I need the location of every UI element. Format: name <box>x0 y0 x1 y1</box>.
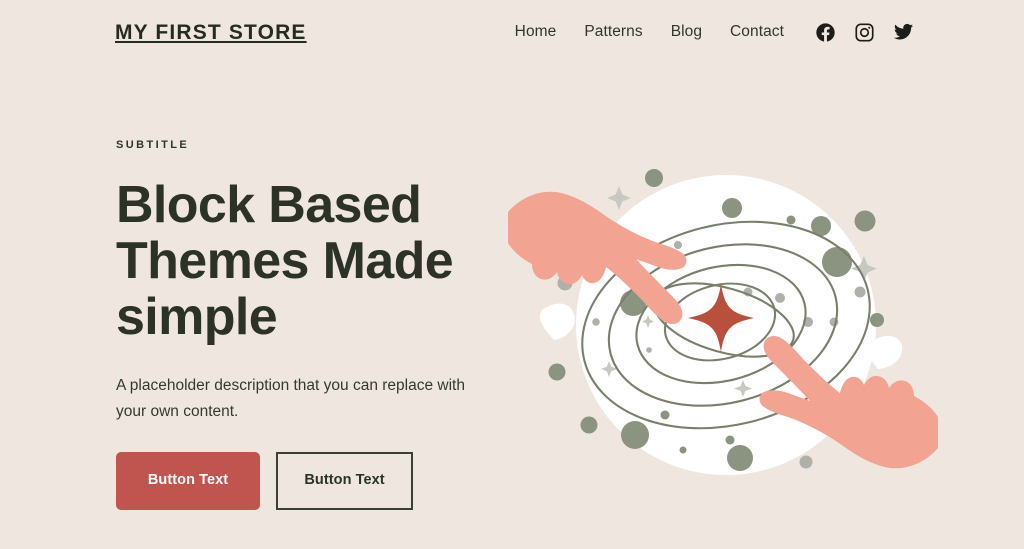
nav-item-contact: Contact <box>730 23 784 41</box>
nav-link-patterns[interactable]: Patterns <box>584 23 642 40</box>
hero-button-group: Button Text Button Text <box>116 451 516 510</box>
nav-link-home[interactable]: Home <box>515 23 557 40</box>
header-nav-area: Home Patterns Blog Contact <box>515 22 914 43</box>
primary-navigation: Home Patterns Blog Contact <box>515 23 784 41</box>
hero-description: A placeholder description that you can r… <box>116 377 465 420</box>
page-title: Block Based Themes Made simple <box>116 176 454 347</box>
hero-eyebrow: SUBTITLE <box>116 139 190 151</box>
hero-illustration <box>508 150 938 510</box>
twitter-icon[interactable] <box>893 22 914 43</box>
hero-section: SUBTITLE Block Based Themes Made simple … <box>116 140 516 510</box>
facebook-icon[interactable] <box>815 22 836 43</box>
nav-item-blog: Blog <box>671 23 702 41</box>
nav-link-contact[interactable]: Contact <box>730 23 784 40</box>
landing-page: MY FIRST STORE Home Patterns Blog Contac… <box>0 0 1024 549</box>
nav-item-home: Home <box>515 23 557 41</box>
secondary-cta-button[interactable]: Button Text <box>276 451 413 510</box>
nav-link-blog[interactable]: Blog <box>671 23 702 40</box>
instagram-icon[interactable] <box>854 22 875 43</box>
nav-item-patterns: Patterns <box>584 23 642 41</box>
primary-cta-button[interactable]: Button Text <box>116 451 260 510</box>
social-links <box>815 22 914 43</box>
site-header: MY FIRST STORE Home Patterns Blog Contac… <box>0 0 1024 64</box>
site-brand-logo[interactable]: MY FIRST STORE <box>115 22 307 43</box>
